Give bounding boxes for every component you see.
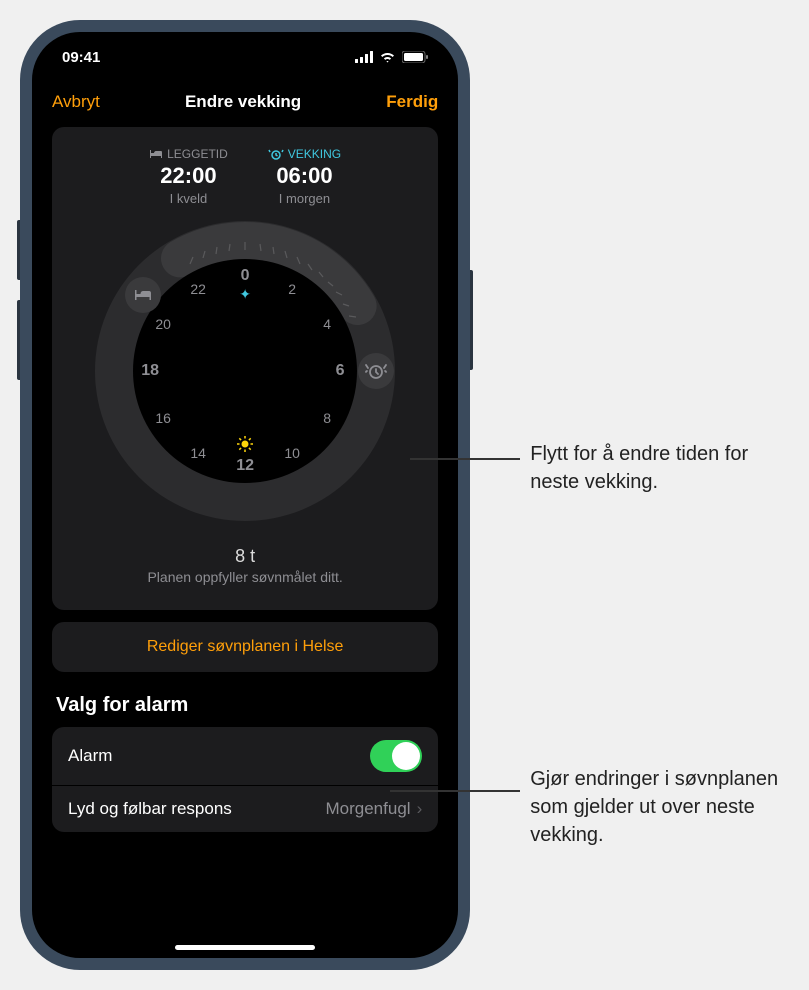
wake-value: 06:00 [268, 163, 341, 189]
bedtime-header: LEGGETID 22:00 I kveld [149, 147, 228, 206]
duration-section: 8 t Planen oppfyller søvnmålet ditt. [62, 546, 428, 585]
callout-handle: Flytt for å endre tiden for neste vekkin… [530, 440, 789, 496]
wake-header: VEKKING 06:00 I morgen [268, 147, 341, 206]
sleep-card: LEGGETID 22:00 I kveld VEKKING [52, 127, 438, 610]
wake-handle[interactable] [358, 353, 394, 389]
volume-button [17, 220, 20, 280]
bedtime-value: 22:00 [149, 163, 228, 189]
battery-icon [402, 51, 428, 63]
sound-value: Morgenfugl › [326, 799, 423, 819]
alarm-icon [365, 362, 387, 380]
wifi-icon [379, 51, 396, 63]
done-button[interactable]: Ferdig [386, 92, 438, 112]
status-time: 09:41 [62, 49, 100, 66]
alarm-label: Alarm [68, 746, 112, 766]
edit-sleep-plan-button[interactable]: Rediger søvnplanen i Helse [52, 622, 438, 672]
bed-icon [149, 149, 163, 159]
sparkle-icon: ✦ [239, 286, 251, 303]
volume-button [17, 300, 20, 380]
wake-label: VEKKING [268, 147, 341, 161]
nav-title: Endre vekking [185, 92, 301, 112]
wake-sub: I morgen [268, 191, 341, 206]
bed-icon [133, 288, 153, 302]
cellular-icon [355, 51, 373, 63]
bedtime-sub: I kveld [149, 191, 228, 206]
alarm-icon [268, 148, 284, 160]
callout-edit: Gjør endringer i søvnplanen som gjelder … [530, 765, 789, 849]
sound-row[interactable]: Lyd og følbar respons Morgenfugl › [52, 786, 438, 832]
time-headers: LEGGETID 22:00 I kveld VEKKING [62, 147, 428, 206]
phone-frame: 09:41 Avbryt Endre ve [20, 20, 470, 970]
home-indicator[interactable] [175, 945, 315, 950]
duration-value: 8 t [62, 546, 428, 567]
dial-hours: 0 2 4 6 8 10 12 14 16 18 20 22 [95, 221, 395, 521]
nav-bar: Avbryt Endre vekking Ferdig [32, 82, 458, 127]
content: LEGGETID 22:00 I kveld VEKKING [32, 127, 458, 923]
alarm-section-title: Valg for alarm [56, 694, 438, 717]
bedtime-label: LEGGETID [149, 147, 228, 161]
duration-text: Planen oppfyller søvnmålet ditt. [62, 569, 428, 585]
sound-label: Lyd og følbar respons [68, 799, 232, 819]
chevron-right-icon: › [417, 799, 423, 819]
bedtime-handle[interactable] [125, 277, 161, 313]
alarm-toggle[interactable] [370, 740, 422, 772]
cancel-button[interactable]: Avbryt [52, 92, 100, 112]
sleep-dial[interactable]: 0 2 4 6 8 10 12 14 16 18 20 22 ✦ [95, 221, 395, 521]
sun-icon [237, 436, 253, 455]
screen: 09:41 Avbryt Endre ve [32, 32, 458, 958]
status-icons [355, 51, 428, 63]
power-button [470, 270, 473, 370]
notch [170, 32, 320, 64]
alarm-toggle-row[interactable]: Alarm [52, 727, 438, 785]
